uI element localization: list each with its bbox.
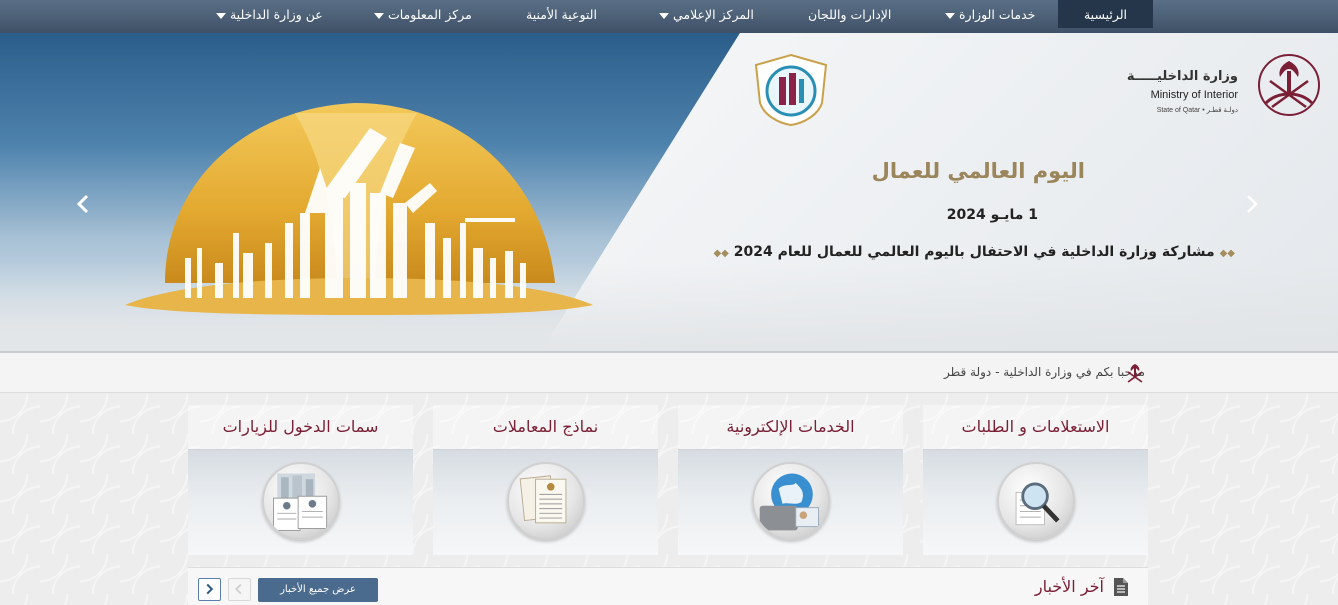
card-body xyxy=(923,449,1148,555)
nav-item-information-center[interactable]: مركز المعلومات xyxy=(369,0,472,28)
visa-documents-icon xyxy=(262,462,340,540)
nav-item-label: المركز الإعلامي xyxy=(672,7,754,22)
nav-item-label: خدمات الوزارة xyxy=(958,7,1036,22)
chevron-down-icon xyxy=(374,12,384,19)
workers-helmet-illustration xyxy=(125,103,593,315)
chevron-left-icon xyxy=(235,583,242,595)
globe-id-card-icon xyxy=(752,462,830,540)
card-title: الاستعلامات و الطلبات xyxy=(923,405,1148,449)
qatar-crest-icon xyxy=(1258,54,1320,116)
nav-item-label: التوعية الأمنية xyxy=(526,7,597,22)
card-title: الخدمات الإلكترونية xyxy=(678,405,903,449)
view-all-news-button[interactable]: عرض جميع الأخبار xyxy=(258,578,378,602)
moi-logo[interactable]: وزارة الداخليـــــة Ministry of Interior… xyxy=(1127,51,1322,121)
chevron-down-icon xyxy=(945,12,955,19)
nav-item-security-awareness[interactable]: التوعية الأمنية xyxy=(526,0,597,28)
slide-title: اليوم العالمي للعمال xyxy=(871,159,1085,183)
news-prev-button[interactable] xyxy=(228,578,251,601)
nav-item-home[interactable]: الرئيسية xyxy=(1058,0,1153,28)
chevron-down-icon xyxy=(216,12,226,19)
main-navigation: الرئيسية خدمات الوزارة الإدارات واللجان … xyxy=(0,0,1338,33)
card-body xyxy=(433,449,658,555)
card-title: نماذج المعاملات xyxy=(433,405,658,449)
card-e-services[interactable]: الخدمات الإلكترونية xyxy=(678,405,903,555)
news-next-button[interactable] xyxy=(198,578,221,601)
chevron-right-icon xyxy=(206,583,214,595)
nav-item-home-label: الرئيسية xyxy=(1083,7,1128,22)
nav-item-about-ministry[interactable]: عن وزارة الداخلية xyxy=(211,0,323,28)
qatar-crest-small-icon xyxy=(1127,364,1143,383)
card-body xyxy=(188,449,413,555)
latest-news-bar: آخر الأخبار عرض جميع الأخبار xyxy=(188,567,1148,605)
card-entry-visas[interactable]: سمات الدخول للزيارات xyxy=(188,405,413,555)
logo-state-name: State of Qatar • دولـة قطـر xyxy=(1156,107,1238,114)
diamond-bullet-icon: ◆◆ xyxy=(713,248,730,259)
nav-item-ministry-services[interactable]: خدمات الوزارة xyxy=(940,0,1035,28)
document-icon xyxy=(1114,578,1128,596)
labor-rights-emblem xyxy=(754,53,828,127)
logo-arabic-name: وزارة الداخليـــــة xyxy=(1126,69,1238,84)
nav-item-label: الإدارات واللجان xyxy=(808,7,892,22)
hero-slider: وزارة الداخليـــــة Ministry of Interior… xyxy=(0,33,1338,353)
card-inquiries-requests[interactable]: الاستعلامات و الطلبات xyxy=(923,405,1148,555)
welcome-text: مرحبا بكم في وزارة الداخلية - دولة قطر xyxy=(944,365,1145,379)
slider-prev-arrow-icon[interactable] xyxy=(73,193,95,215)
slide-caption[interactable]: ◆◆ مشاركة وزارة الداخلية في الاحتفال بال… xyxy=(713,244,1237,260)
diamond-bullet-icon: ◆◆ xyxy=(1219,248,1237,259)
nav-item-departments[interactable]: الإدارات واللجان xyxy=(808,0,891,28)
magnifier-document-icon xyxy=(997,462,1075,540)
welcome-bar: مرحبا بكم في وزارة الداخلية - دولة قطر xyxy=(0,353,1338,393)
card-transaction-forms[interactable]: نماذج المعاملات xyxy=(433,405,658,555)
nav-item-label: مركز المعلومات xyxy=(387,7,472,22)
slide-caption-text: مشاركة وزارة الداخلية في الاحتفال باليوم… xyxy=(733,244,1215,260)
card-body xyxy=(678,449,903,555)
logo-english-name: Ministry of Interior xyxy=(1150,89,1238,101)
nav-item-label: عن وزارة الداخلية xyxy=(229,7,323,22)
news-section-title: آخر الأخبار xyxy=(1034,577,1104,596)
chevron-down-icon xyxy=(659,12,669,19)
forms-documents-icon xyxy=(507,462,585,540)
slide-date: 1 مايـو 2024 xyxy=(946,207,1038,223)
slider-next-arrow-icon[interactable] xyxy=(1240,193,1262,215)
card-title: سمات الدخول للزيارات xyxy=(188,405,413,449)
nav-item-media-center[interactable]: المركز الإعلامي xyxy=(654,0,754,28)
